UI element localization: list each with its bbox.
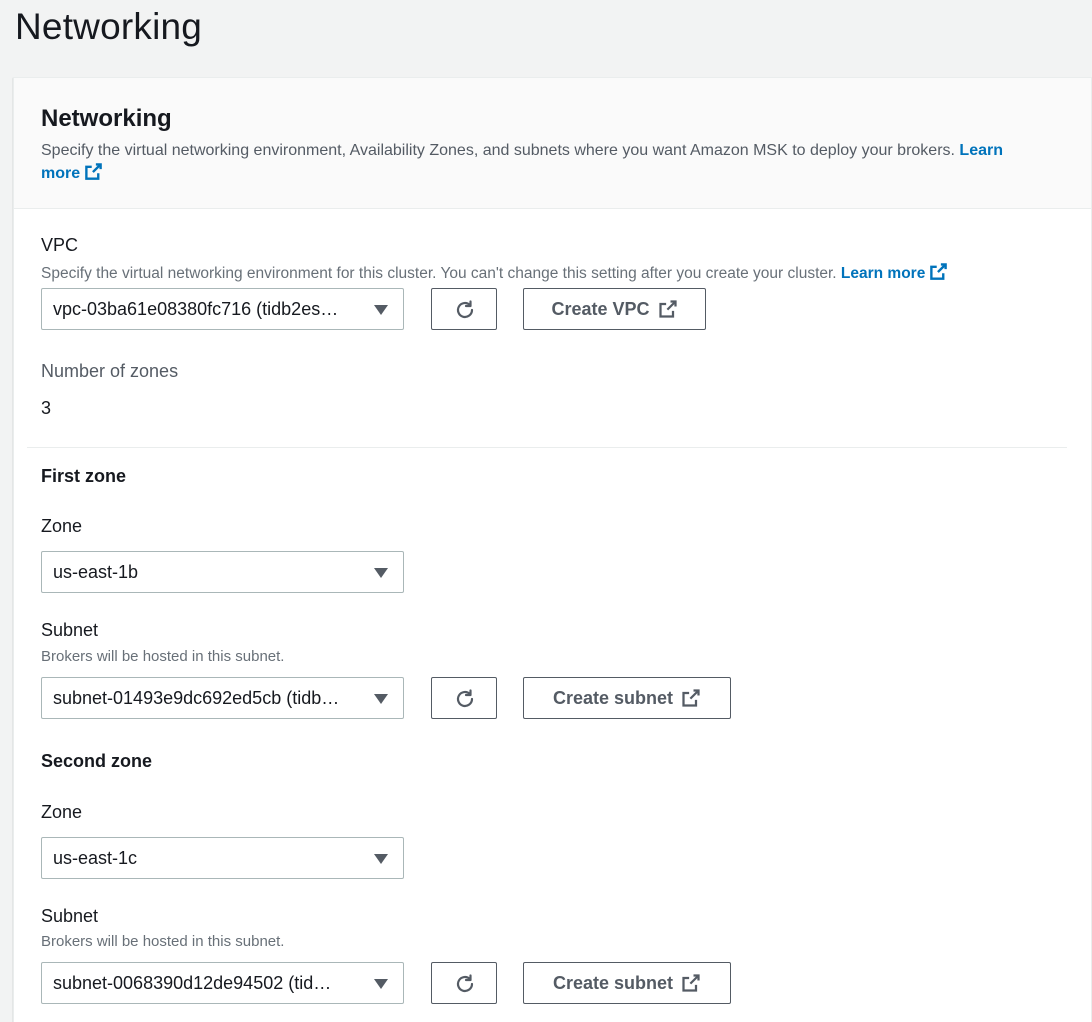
create-vpc-button[interactable]: Create VPC bbox=[523, 288, 706, 330]
vpc-learn-more-link[interactable]: Learn more bbox=[840, 263, 948, 282]
second-subnet-label: Subnet bbox=[41, 906, 99, 926]
second-zone-label: Zone bbox=[41, 802, 83, 822]
refresh-icon bbox=[456, 974, 474, 993]
panel-title: Networking bbox=[41, 105, 172, 132]
vpc-label: VPC bbox=[41, 235, 79, 255]
panel-header: Networking Specify the virtual networkin… bbox=[14, 78, 1091, 209]
external-link-icon bbox=[682, 974, 700, 992]
second-zone-select-value: us-east-1c bbox=[53, 848, 138, 868]
external-link-icon bbox=[682, 689, 700, 707]
vpc-description-text: Specify the virtual networking environme… bbox=[41, 265, 837, 282]
second-subnet-refresh-button[interactable] bbox=[431, 962, 497, 1004]
refresh-icon bbox=[456, 689, 474, 708]
section-divider bbox=[27, 447, 1067, 448]
zones-value: 3 bbox=[41, 398, 52, 418]
networking-panel: Networking Specify the virtual networkin… bbox=[13, 77, 1092, 1022]
external-link-icon bbox=[85, 163, 102, 180]
vpc-description: Specify the virtual networking environme… bbox=[41, 262, 948, 283]
panel-description-text: Specify the virtual networking environme… bbox=[41, 142, 955, 159]
first-create-subnet-button[interactable]: Create subnet bbox=[523, 677, 731, 719]
vpc-refresh-button[interactable] bbox=[431, 288, 497, 330]
second-subnet-hint: Brokers will be hosted in this subnet. bbox=[41, 933, 285, 950]
first-subnet-label: Subnet bbox=[41, 620, 99, 640]
vpc-select-value: vpc-03ba61e08380fc716 (tidb2es… bbox=[53, 299, 339, 319]
panel-description: Specify the virtual networking environme… bbox=[41, 140, 1041, 185]
zones-label: Number of zones bbox=[41, 361, 179, 381]
first-subnet-refresh-button[interactable] bbox=[431, 677, 497, 719]
second-zone-heading: Second zone bbox=[41, 751, 153, 771]
first-create-subnet-label: Create subnet bbox=[552, 687, 674, 708]
page-title: Networking bbox=[15, 6, 203, 47]
first-subnet-hint: Brokers will be hosted in this subnet. bbox=[41, 648, 285, 665]
second-subnet-select-value: subnet-0068390d12de94502 (tid… bbox=[53, 973, 332, 993]
caret-down-icon bbox=[374, 568, 388, 578]
external-link-icon bbox=[930, 263, 948, 280]
first-zone-select[interactable]: us-east-1b bbox=[41, 551, 404, 593]
caret-down-icon bbox=[374, 979, 388, 989]
first-subnet-select-value: subnet-01493e9dc692ed5cb (tidb… bbox=[53, 688, 340, 708]
create-vpc-label: Create VPC bbox=[551, 298, 650, 319]
first-zone-label: Zone bbox=[41, 516, 83, 536]
vpc-select[interactable]: vpc-03ba61e08380fc716 (tidb2es… bbox=[41, 288, 404, 330]
caret-down-icon bbox=[374, 854, 388, 864]
caret-down-icon bbox=[374, 305, 388, 315]
second-subnet-select[interactable]: subnet-0068390d12de94502 (tid… bbox=[41, 962, 404, 1004]
first-zone-select-value: us-east-1b bbox=[53, 562, 139, 582]
first-zone-heading: First zone bbox=[41, 466, 127, 486]
second-create-subnet-button[interactable]: Create subnet bbox=[523, 962, 731, 1004]
external-link-icon bbox=[658, 300, 677, 318]
vpc-learn-more-label: Learn more bbox=[840, 265, 926, 282]
second-create-subnet-label: Create subnet bbox=[552, 972, 674, 993]
refresh-icon bbox=[456, 300, 474, 319]
first-subnet-select[interactable]: subnet-01493e9dc692ed5cb (tidb… bbox=[41, 677, 404, 719]
caret-down-icon bbox=[374, 694, 388, 704]
second-zone-select[interactable]: us-east-1c bbox=[41, 837, 404, 879]
